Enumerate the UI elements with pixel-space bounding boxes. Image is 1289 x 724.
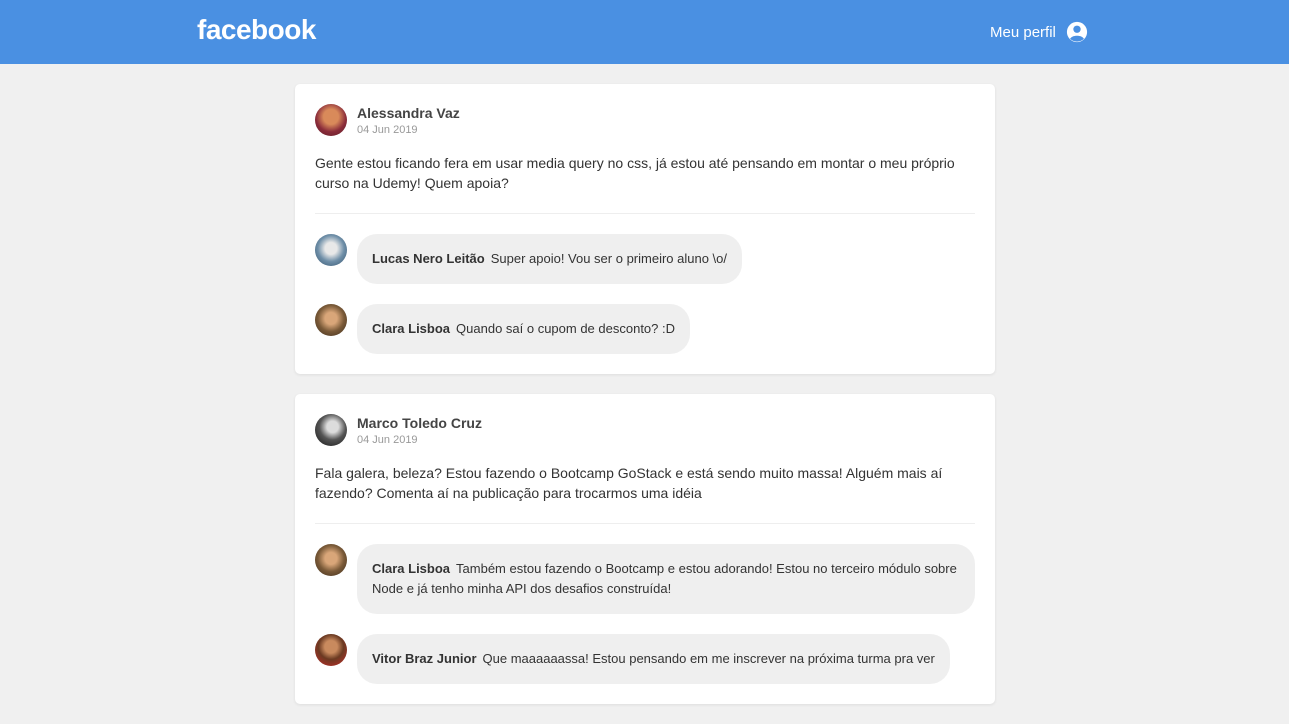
post-author[interactable]: Marco Toledo Cruz [357,415,482,432]
comment-item: Clara Lisboa Quando saí o cupom de descon… [315,304,975,354]
comment-bubble: Vitor Braz Junior Que maaaaaassa! Estou p… [357,634,950,684]
post-header: Alessandra Vaz 04 Jun 2019 [315,104,975,136]
comment-author[interactable]: Clara Lisboa [372,561,450,576]
avatar[interactable] [315,414,347,446]
comment-item: Lucas Nero Leitão Super apoio! Vou ser o … [315,234,975,284]
avatar[interactable] [315,234,347,266]
avatar[interactable] [315,544,347,576]
comment-list: Lucas Nero Leitão Super apoio! Vou ser o … [315,214,975,354]
comment-author[interactable]: Lucas Nero Leitão [372,251,485,266]
author-info: Alessandra Vaz 04 Jun 2019 [357,105,460,136]
comment-author[interactable]: Clara Lisboa [372,321,450,336]
post-card: Alessandra Vaz 04 Jun 2019 Gente estou f… [295,84,995,374]
avatar[interactable] [315,634,347,666]
avatar[interactable] [315,104,347,136]
post-date: 04 Jun 2019 [357,123,418,136]
top-header: facebook Meu perfil [0,0,1289,64]
profile-label: Meu perfil [990,23,1056,41]
user-circle-icon [1066,21,1088,43]
comment-list: Clara Lisboa Também estou fazendo o Bootc… [315,524,975,684]
post-date: 04 Jun 2019 [357,433,418,446]
comment-text: Que maaaaaassa! Estou pensando em me ins… [482,651,935,666]
post-content: Gente estou ficando fera em usar media q… [315,153,975,214]
comment-bubble: Clara Lisboa Quando saí o cupom de descon… [357,304,691,354]
comment-item: Vitor Braz Junior Que maaaaaassa! Estou p… [315,634,975,684]
facebook-logo[interactable]: facebook [197,14,316,46]
my-profile-link[interactable]: Meu perfil [990,21,1088,43]
post-card: Marco Toledo Cruz 04 Jun 2019 Fala galer… [295,394,995,704]
comment-item: Clara Lisboa Também estou fazendo o Bootc… [315,544,975,614]
comment-text: Quando saí o cupom de desconto? :D [456,321,676,336]
post-header: Marco Toledo Cruz 04 Jun 2019 [315,414,975,446]
comment-author[interactable]: Vitor Braz Junior [372,651,477,666]
comment-text: Também estou fazendo o Bootcamp e estou … [372,561,957,596]
author-info: Marco Toledo Cruz 04 Jun 2019 [357,415,482,446]
post-feed: Alessandra Vaz 04 Jun 2019 Gente estou f… [295,84,995,724]
post-author[interactable]: Alessandra Vaz [357,105,460,122]
comment-bubble: Clara Lisboa Também estou fazendo o Bootc… [357,544,975,614]
comment-text: Super apoio! Vou ser o primeiro aluno \o… [490,251,728,266]
comment-bubble: Lucas Nero Leitão Super apoio! Vou ser o … [357,234,743,284]
avatar[interactable] [315,304,347,336]
post-content: Fala galera, beleza? Estou fazendo o Boo… [315,463,975,524]
